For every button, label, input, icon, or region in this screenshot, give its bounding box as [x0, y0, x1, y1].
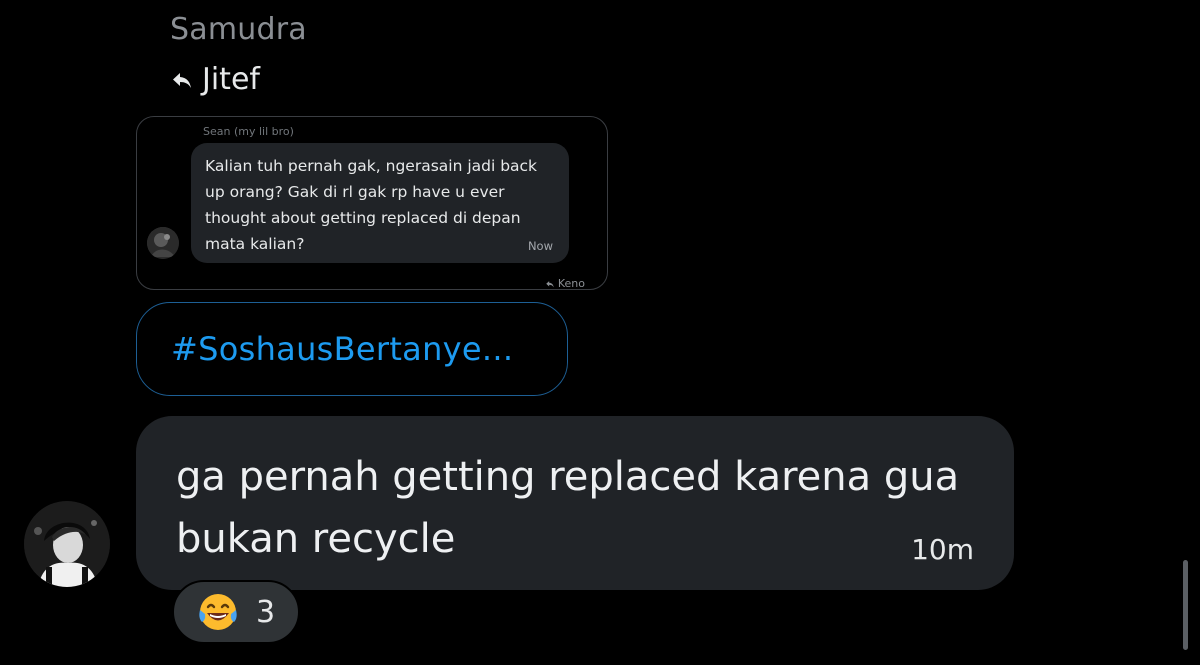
hashtag-link[interactable]: #SoshausBertanye... — [136, 302, 568, 396]
reply-arrow-icon — [170, 68, 194, 92]
quoted-message-bubble: Kalian tuh pernah gak, ngerasain jadi ba… — [191, 143, 569, 263]
reaction-chip[interactable]: 3 — [172, 580, 300, 644]
reply-to-name: Jitef — [202, 62, 260, 97]
message-bubble[interactable]: ga pernah getting replaced karena gua bu… — [136, 416, 1014, 590]
quoted-message-text: Kalian tuh pernah gak, ngerasain jadi ba… — [205, 157, 538, 253]
quoted-message-time: Now — [527, 239, 553, 253]
sender-name: Samudra — [170, 12, 307, 47]
reply-context[interactable]: Jitef — [170, 62, 260, 97]
quoted-avatar — [147, 227, 179, 259]
quoted-author: Sean (my lil bro) — [203, 125, 294, 138]
message-text: ga pernah getting replaced karena gua bu… — [176, 454, 960, 562]
reply-arrow-icon — [545, 279, 555, 289]
quoted-replied-name: Keno — [557, 277, 585, 290]
quoted-reply-indicator: Keno — [545, 277, 585, 290]
quoted-screenshot-card[interactable]: Sean (my lil bro) Kalian tuh pernah gak,… — [136, 116, 608, 290]
hashtag-text: #SoshausBertanye... — [171, 330, 514, 368]
tears-of-joy-emoji-icon — [196, 590, 240, 634]
reaction-count: 3 — [256, 594, 276, 630]
message-time: 10m — [911, 533, 974, 566]
dm-conversation: Samudra Jitef Sean (my lil bro) Kalian t… — [0, 0, 1200, 665]
scrollbar-thumb[interactable] — [1183, 560, 1188, 650]
avatar[interactable] — [24, 501, 110, 587]
